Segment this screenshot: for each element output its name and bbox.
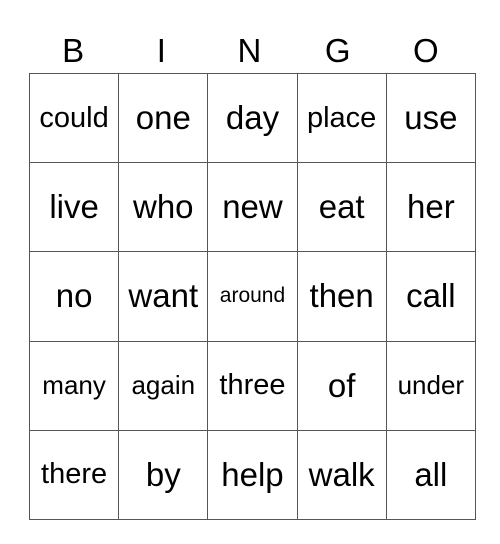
card-cell[interactable]: help: [207, 429, 298, 520]
card-cell[interactable]: around: [207, 251, 298, 342]
card-cell[interactable]: one: [118, 72, 209, 164]
card-cell[interactable]: of: [296, 340, 387, 431]
card-cell[interactable]: live: [28, 162, 120, 253]
bingo-header: B I N G O: [29, 28, 470, 73]
card-cell[interactable]: many: [28, 340, 120, 431]
card-cell[interactable]: three: [207, 340, 298, 431]
card-cell[interactable]: want: [118, 251, 209, 342]
header-letter-b: B: [62, 32, 85, 69]
card-cell[interactable]: again: [118, 340, 209, 431]
card-row: live who new eat her: [28, 162, 476, 253]
card-cell[interactable]: who: [118, 162, 209, 253]
card-row: there by help walk all: [28, 429, 476, 520]
card-cell[interactable]: use: [385, 72, 476, 164]
card-cell[interactable]: under: [385, 340, 476, 431]
card-cell[interactable]: then: [296, 251, 387, 342]
card-cell[interactable]: no: [28, 251, 120, 342]
card-cell[interactable]: place: [296, 72, 387, 164]
card-cell[interactable]: all: [385, 429, 476, 520]
header-letter-n: N: [237, 32, 262, 69]
card-cell[interactable]: by: [118, 429, 209, 520]
card-cell[interactable]: eat: [296, 162, 387, 253]
card-row: many again three of under: [28, 340, 476, 431]
card-cell[interactable]: call: [385, 251, 476, 342]
bingo-card: could one day place use live who new eat…: [28, 72, 476, 520]
header-letter-g: G: [324, 32, 351, 69]
card-cell[interactable]: could: [28, 72, 120, 164]
card-cell[interactable]: there: [28, 429, 120, 520]
card-row: no want around then call: [28, 251, 476, 342]
card-cell[interactable]: walk: [296, 429, 387, 520]
card-row: could one day place use: [28, 72, 476, 164]
card-cell[interactable]: her: [385, 162, 476, 253]
header-letter-i: I: [156, 32, 166, 69]
header-letter-o: O: [413, 32, 439, 69]
card-cell[interactable]: new: [207, 162, 298, 253]
card-cell[interactable]: day: [207, 72, 298, 164]
